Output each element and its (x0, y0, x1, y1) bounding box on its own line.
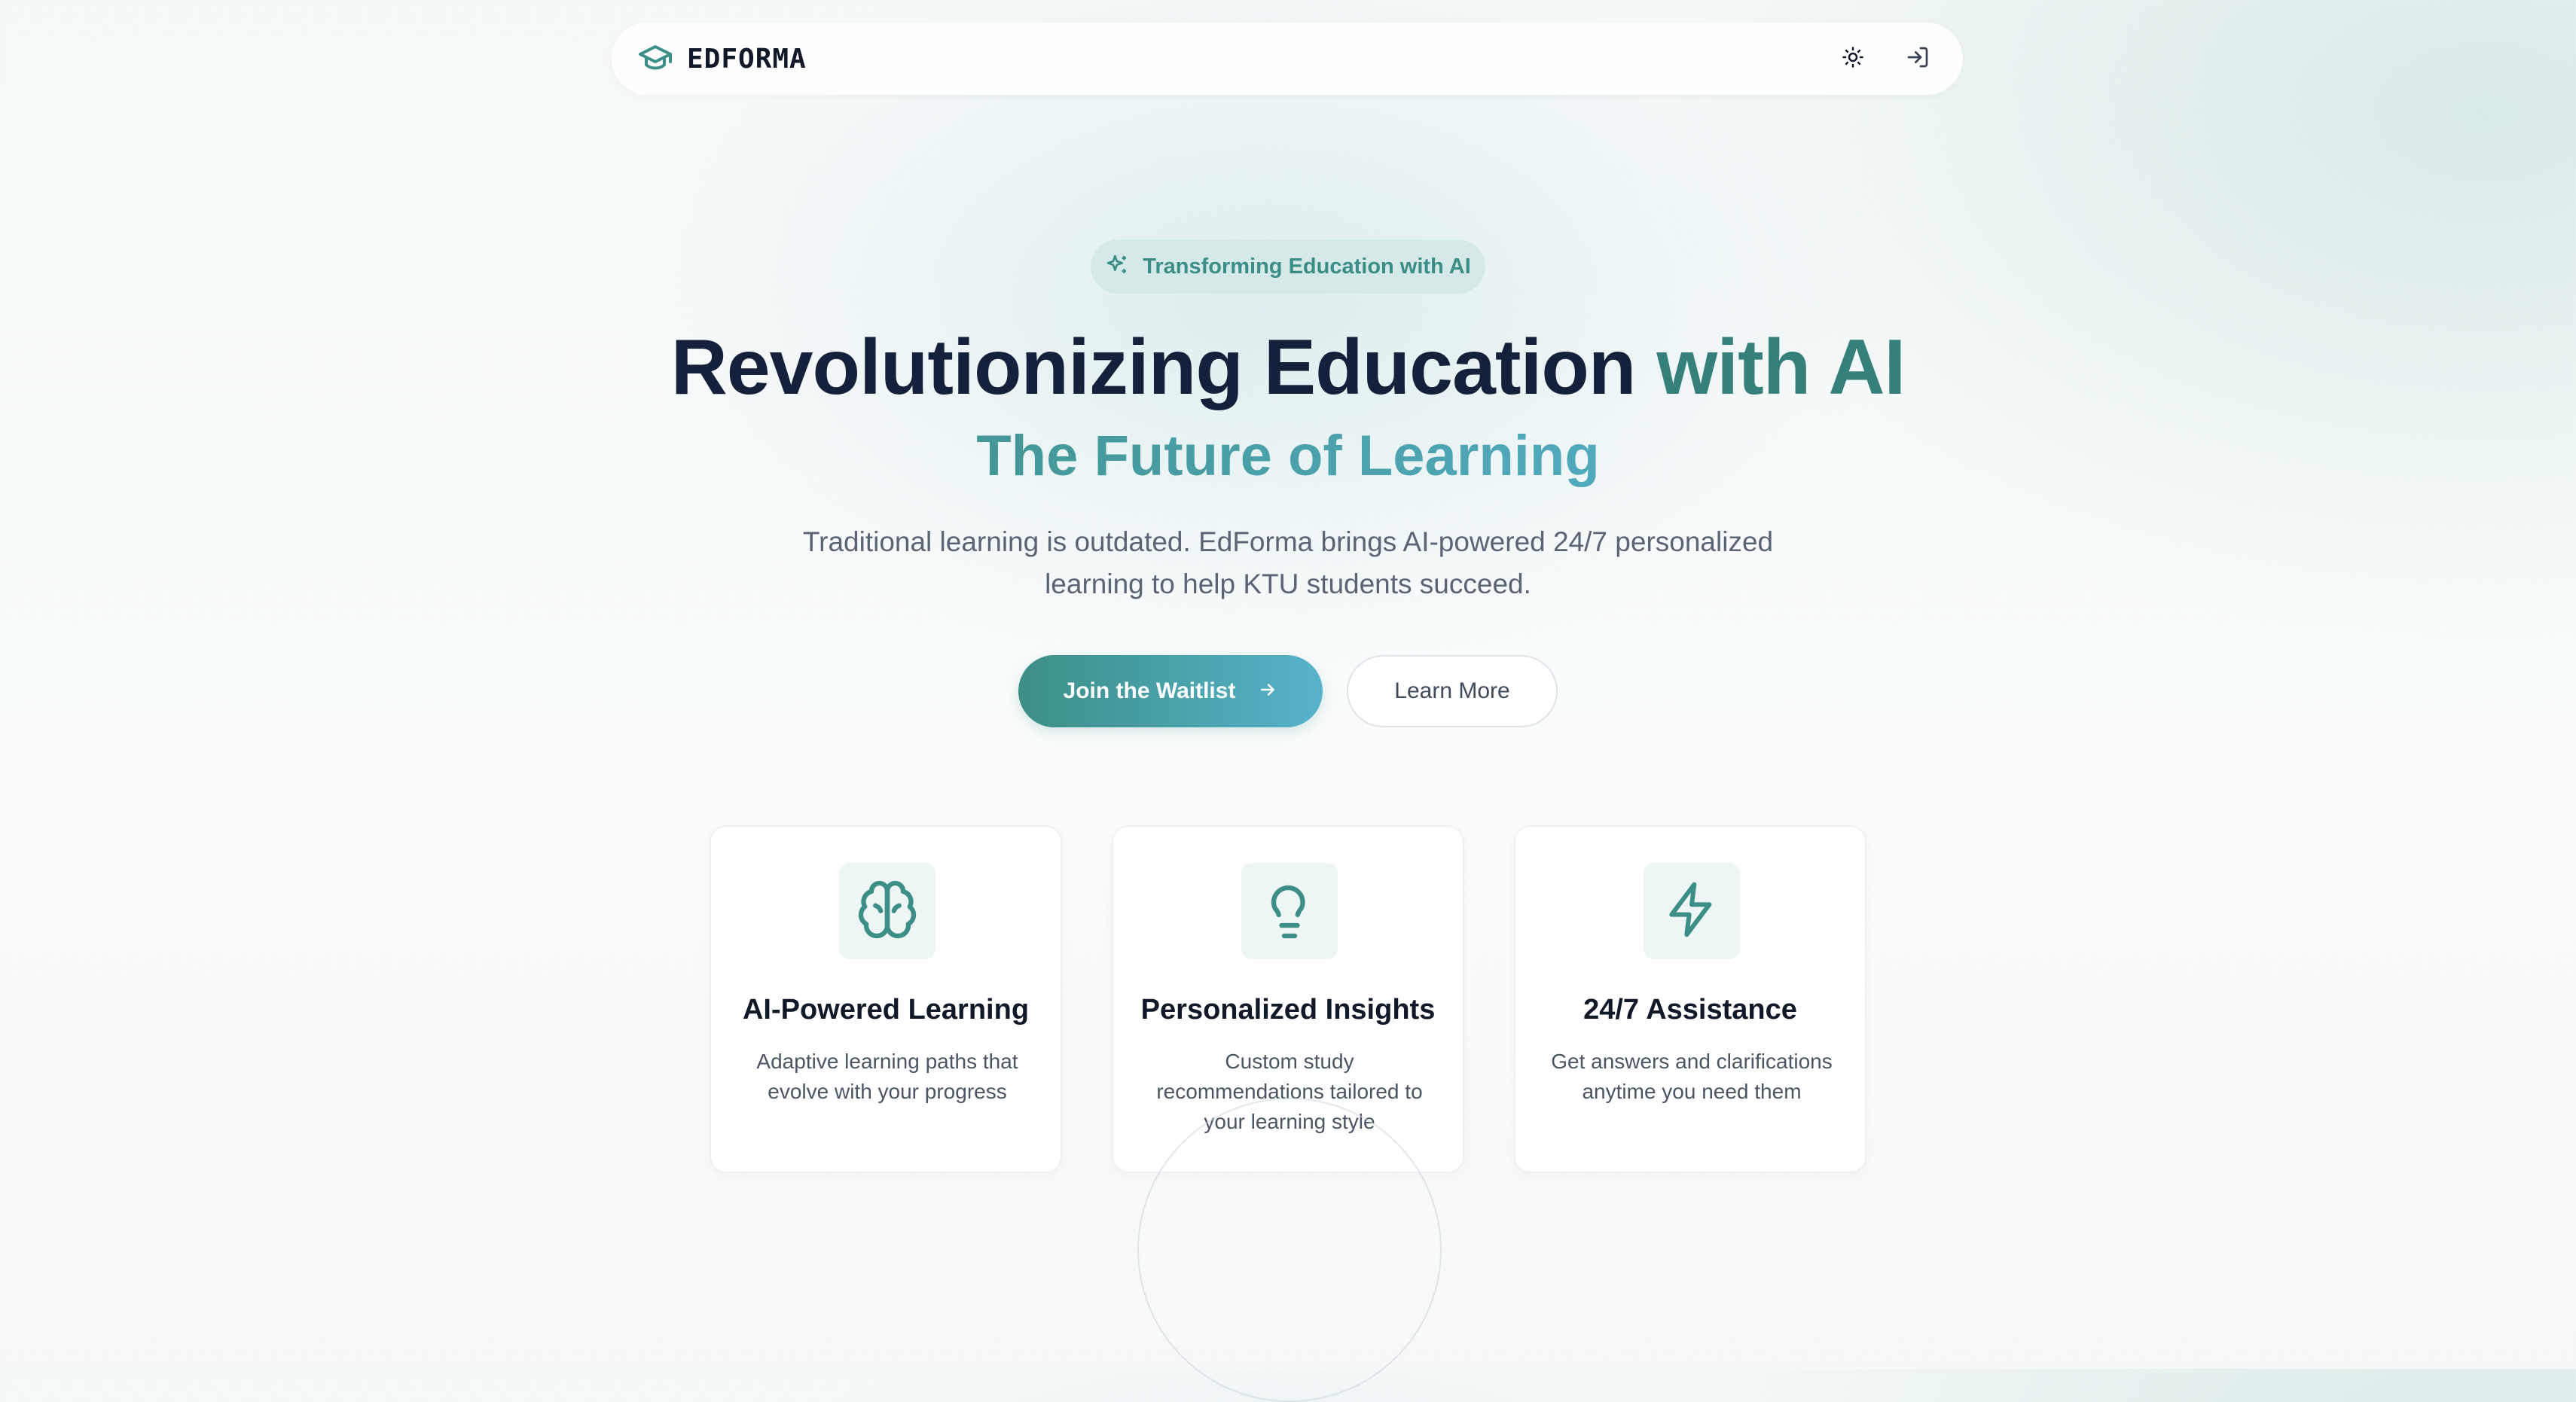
hero-headline: Revolutionizing Education with AI (0, 322, 2576, 413)
hero-subheadline: The Future of Learning (0, 419, 2576, 494)
graduation-cap-icon (637, 39, 673, 79)
card-description: Adaptive learning paths that evolve with… (756, 1050, 1018, 1103)
join-waitlist-label: Join the Waitlist (1063, 678, 1236, 703)
learn-more-label: Learn More (1394, 678, 1510, 703)
decorative-circle (1137, 1098, 1442, 1402)
top-navbar: EDFORMA (612, 23, 1963, 95)
login-button[interactable] (1903, 44, 1933, 74)
brand[interactable]: EDFORMA (637, 39, 807, 79)
card-title: 24/7 Assistance (1583, 994, 1797, 1026)
feature-card-assistance: 24/7 Assistance Get answers and clarific… (1514, 825, 1866, 1173)
brain-icon (856, 878, 919, 945)
feature-card-ai-learning: AI-Powered Learning Adaptive learning pa… (710, 825, 1062, 1173)
arrow-right-icon (1258, 680, 1277, 703)
card-description: Get answers and clarifications anytime y… (1551, 1050, 1833, 1103)
zap-icon (1662, 879, 1722, 943)
log-in-icon (1906, 45, 1930, 73)
brand-name: EDFORMA (687, 43, 807, 75)
hero-badge: Transforming Education with AI (1091, 239, 1485, 294)
nav-actions (1838, 44, 1933, 74)
badge-label: Transforming Education with AI (1143, 254, 1471, 279)
sparkles-icon (1105, 253, 1129, 281)
card-title: Personalized Insights (1140, 994, 1436, 1026)
headline-part-2: with AI (1656, 324, 1906, 411)
headline-part-1: Revolutionizing Education (670, 324, 1657, 411)
lightbulb-icon (1258, 878, 1321, 945)
card-icon-container (839, 863, 935, 959)
theme-toggle-button[interactable] (1838, 44, 1868, 74)
sun-icon (1842, 46, 1864, 72)
card-icon-container (1644, 863, 1740, 959)
join-waitlist-button[interactable]: Join the Waitlist (1018, 655, 1323, 727)
card-title: AI-Powered Learning (742, 994, 1030, 1026)
learn-more-button[interactable]: Learn More (1347, 655, 1558, 727)
hero-description: Traditional learning is outdated. EdForm… (802, 526, 1774, 599)
card-icon-container (1241, 863, 1338, 959)
